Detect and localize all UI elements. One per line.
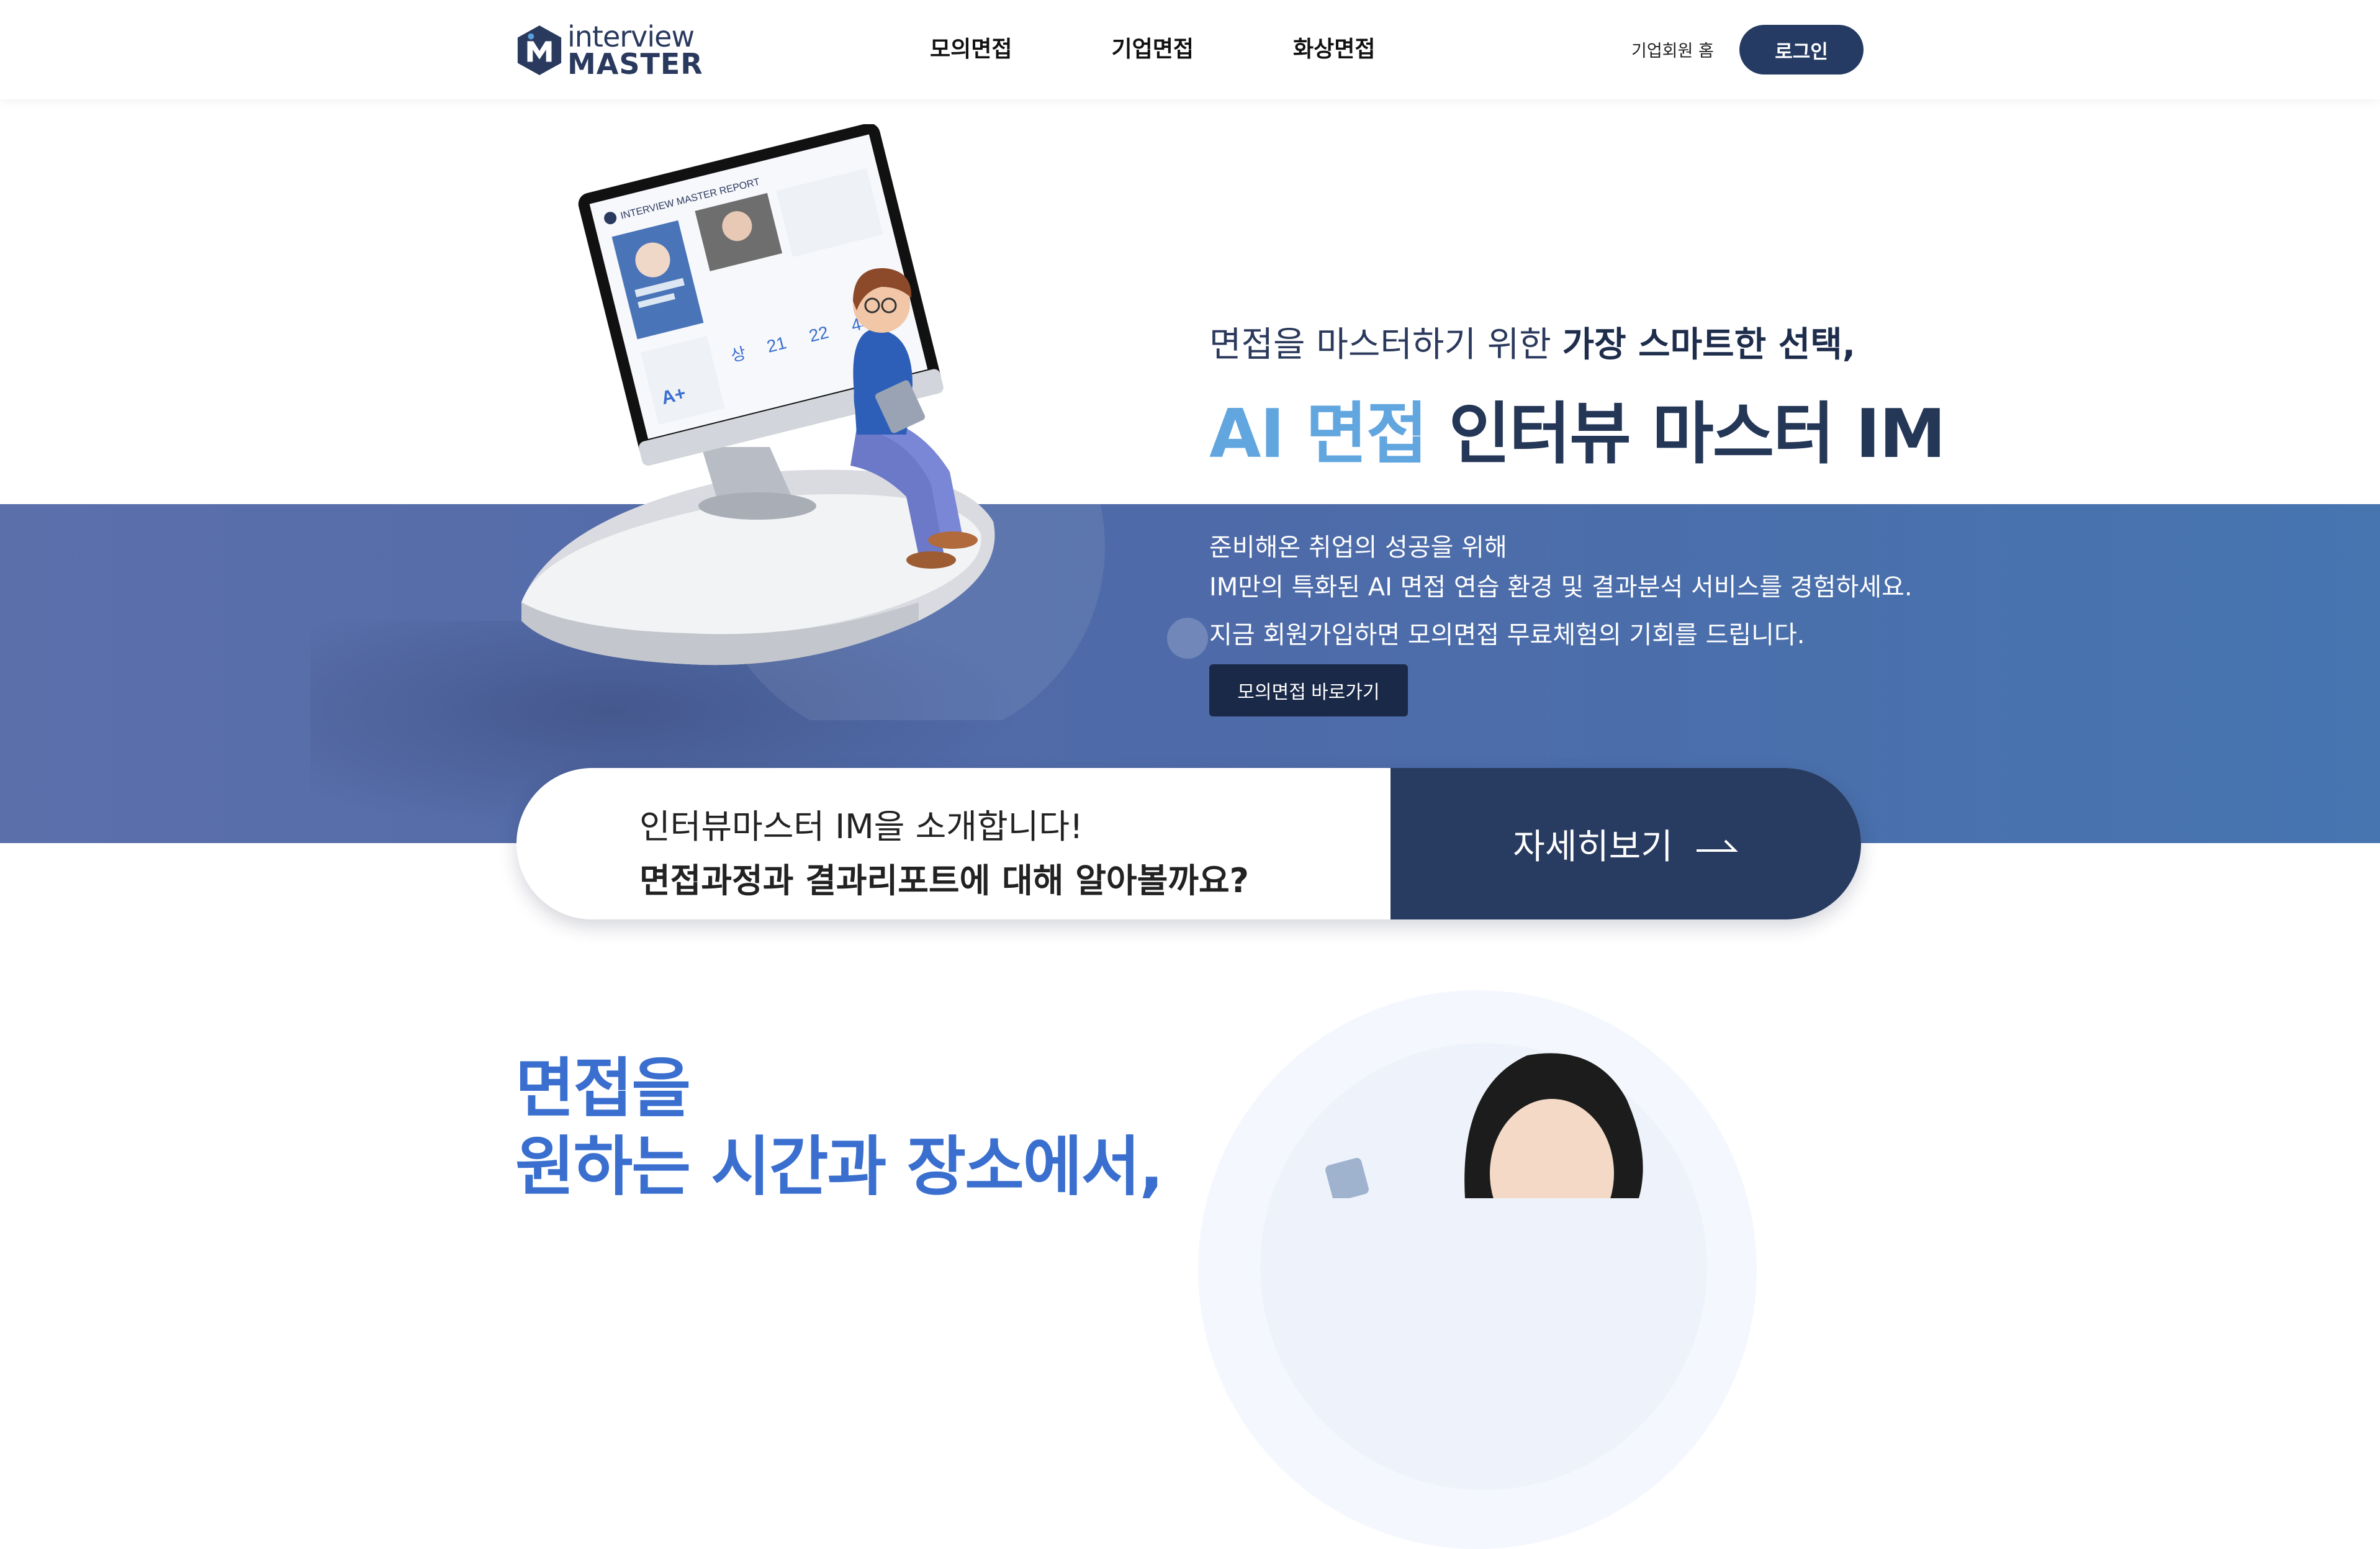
login-button[interactable]: 로그인 <box>1739 25 1864 75</box>
logo-mark-icon <box>517 25 562 75</box>
mock-interview-cta-button[interactable]: 모의면접 바로가기 <box>1209 664 1408 716</box>
section2-title-line1: 면접을 <box>515 1050 691 1126</box>
see-more-label: 자세히보기 <box>1513 826 1673 867</box>
person-photo <box>1325 1053 1643 1198</box>
intro-banner: 인터뷰마스터 IM을 소개합니다! 면접과정과 결과리포트에 대해 알아볼까요?… <box>516 768 1861 919</box>
decorative-circle <box>1167 618 1208 659</box>
hero-headline: AI 면접 인터뷰 마스터 IM <box>1209 380 1946 477</box>
see-more-button[interactable]: 자세히보기 <box>1391 768 1861 919</box>
nav-video-interview[interactable]: 화상면접 <box>1293 31 1375 63</box>
section2-title: 면접을 원하는 시간과 장소에서, <box>515 1049 1164 1206</box>
business-home-link[interactable]: 기업회원 홈 <box>1631 37 1714 61</box>
nav-company-interview[interactable]: 기업면접 <box>1111 31 1193 63</box>
main-nav: 모의면접 기업면접 화상면접 <box>930 31 1375 63</box>
hero-illustration: INTERVIEW MASTER REPORT A+ 상 21 22 44 <box>521 124 1105 720</box>
site-header: interview MASTER 모의면접 기업면접 화상면접 기업회원 홈 로… <box>0 0 2380 99</box>
hero-description: 준비해온 취업의 성공을 위해 IM만의 특화된 AI 면접 연습 환경 및 결… <box>1209 528 1913 607</box>
hero-tagline: 면접을 마스터하기 위한 가장 스마트한 선택, <box>1209 317 1855 367</box>
hero-tagline-bold: 가장 스마트한 선택, <box>1562 325 1856 365</box>
hero-desc-line2: IM만의 특화된 AI 면접 연습 환경 및 결과분석 서비스를 경험하세요. <box>1209 573 1913 602</box>
hero-tagline-normal: 면접을 마스터하기 위한 <box>1209 325 1562 365</box>
hero-headline-accent: AI 면접 <box>1209 395 1428 473</box>
nav-mock-interview[interactable]: 모의면접 <box>930 31 1012 63</box>
hero-headline-rest: 인터뷰 마스터 IM <box>1427 395 1946 473</box>
hero-desc-line3: 지금 회원가입하면 모의면접 무료체험의 기회를 드립니다. <box>1209 621 1805 649</box>
section2-title-line2: 원하는 시간과 장소에서, <box>515 1129 1164 1204</box>
intro-line1: 인터뷰마스터 IM을 소개합니다! <box>639 807 1083 846</box>
hero-desc-line1: 준비해온 취업의 성공을 위해 <box>1209 533 1507 562</box>
logo-text-master: MASTER <box>567 47 703 81</box>
intro-text: 인터뷰마스터 IM을 소개합니다! 면접과정과 결과리포트에 대해 알아볼까요? <box>639 799 1249 902</box>
logo[interactable]: interview MASTER <box>515 22 703 78</box>
intro-line2: 면접과정과 결과리포트에 대해 알아볼까요? <box>639 861 1249 900</box>
arrow-right-icon <box>1696 839 1738 852</box>
